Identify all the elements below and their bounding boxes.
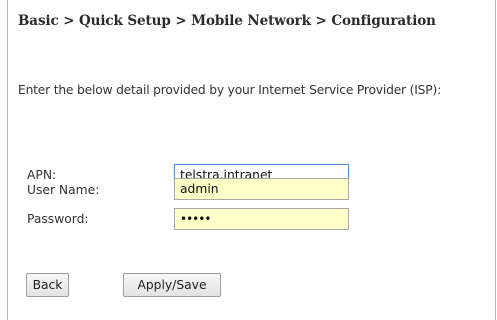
back-button[interactable]: Back <box>26 273 69 297</box>
password-label: Password: <box>27 212 89 226</box>
instruction-text: Enter the below detail provided by your … <box>18 83 442 97</box>
apply-save-button[interactable]: Apply/Save <box>123 273 221 297</box>
password-input[interactable] <box>174 208 349 230</box>
configuration-panel: Basic > Quick Setup > Mobile Network > C… <box>7 0 496 320</box>
breadcrumb: Basic > Quick Setup > Mobile Network > C… <box>18 13 436 29</box>
username-label: User Name: <box>27 183 100 197</box>
apn-label: APN: <box>27 168 57 182</box>
username-input[interactable] <box>174 178 349 200</box>
